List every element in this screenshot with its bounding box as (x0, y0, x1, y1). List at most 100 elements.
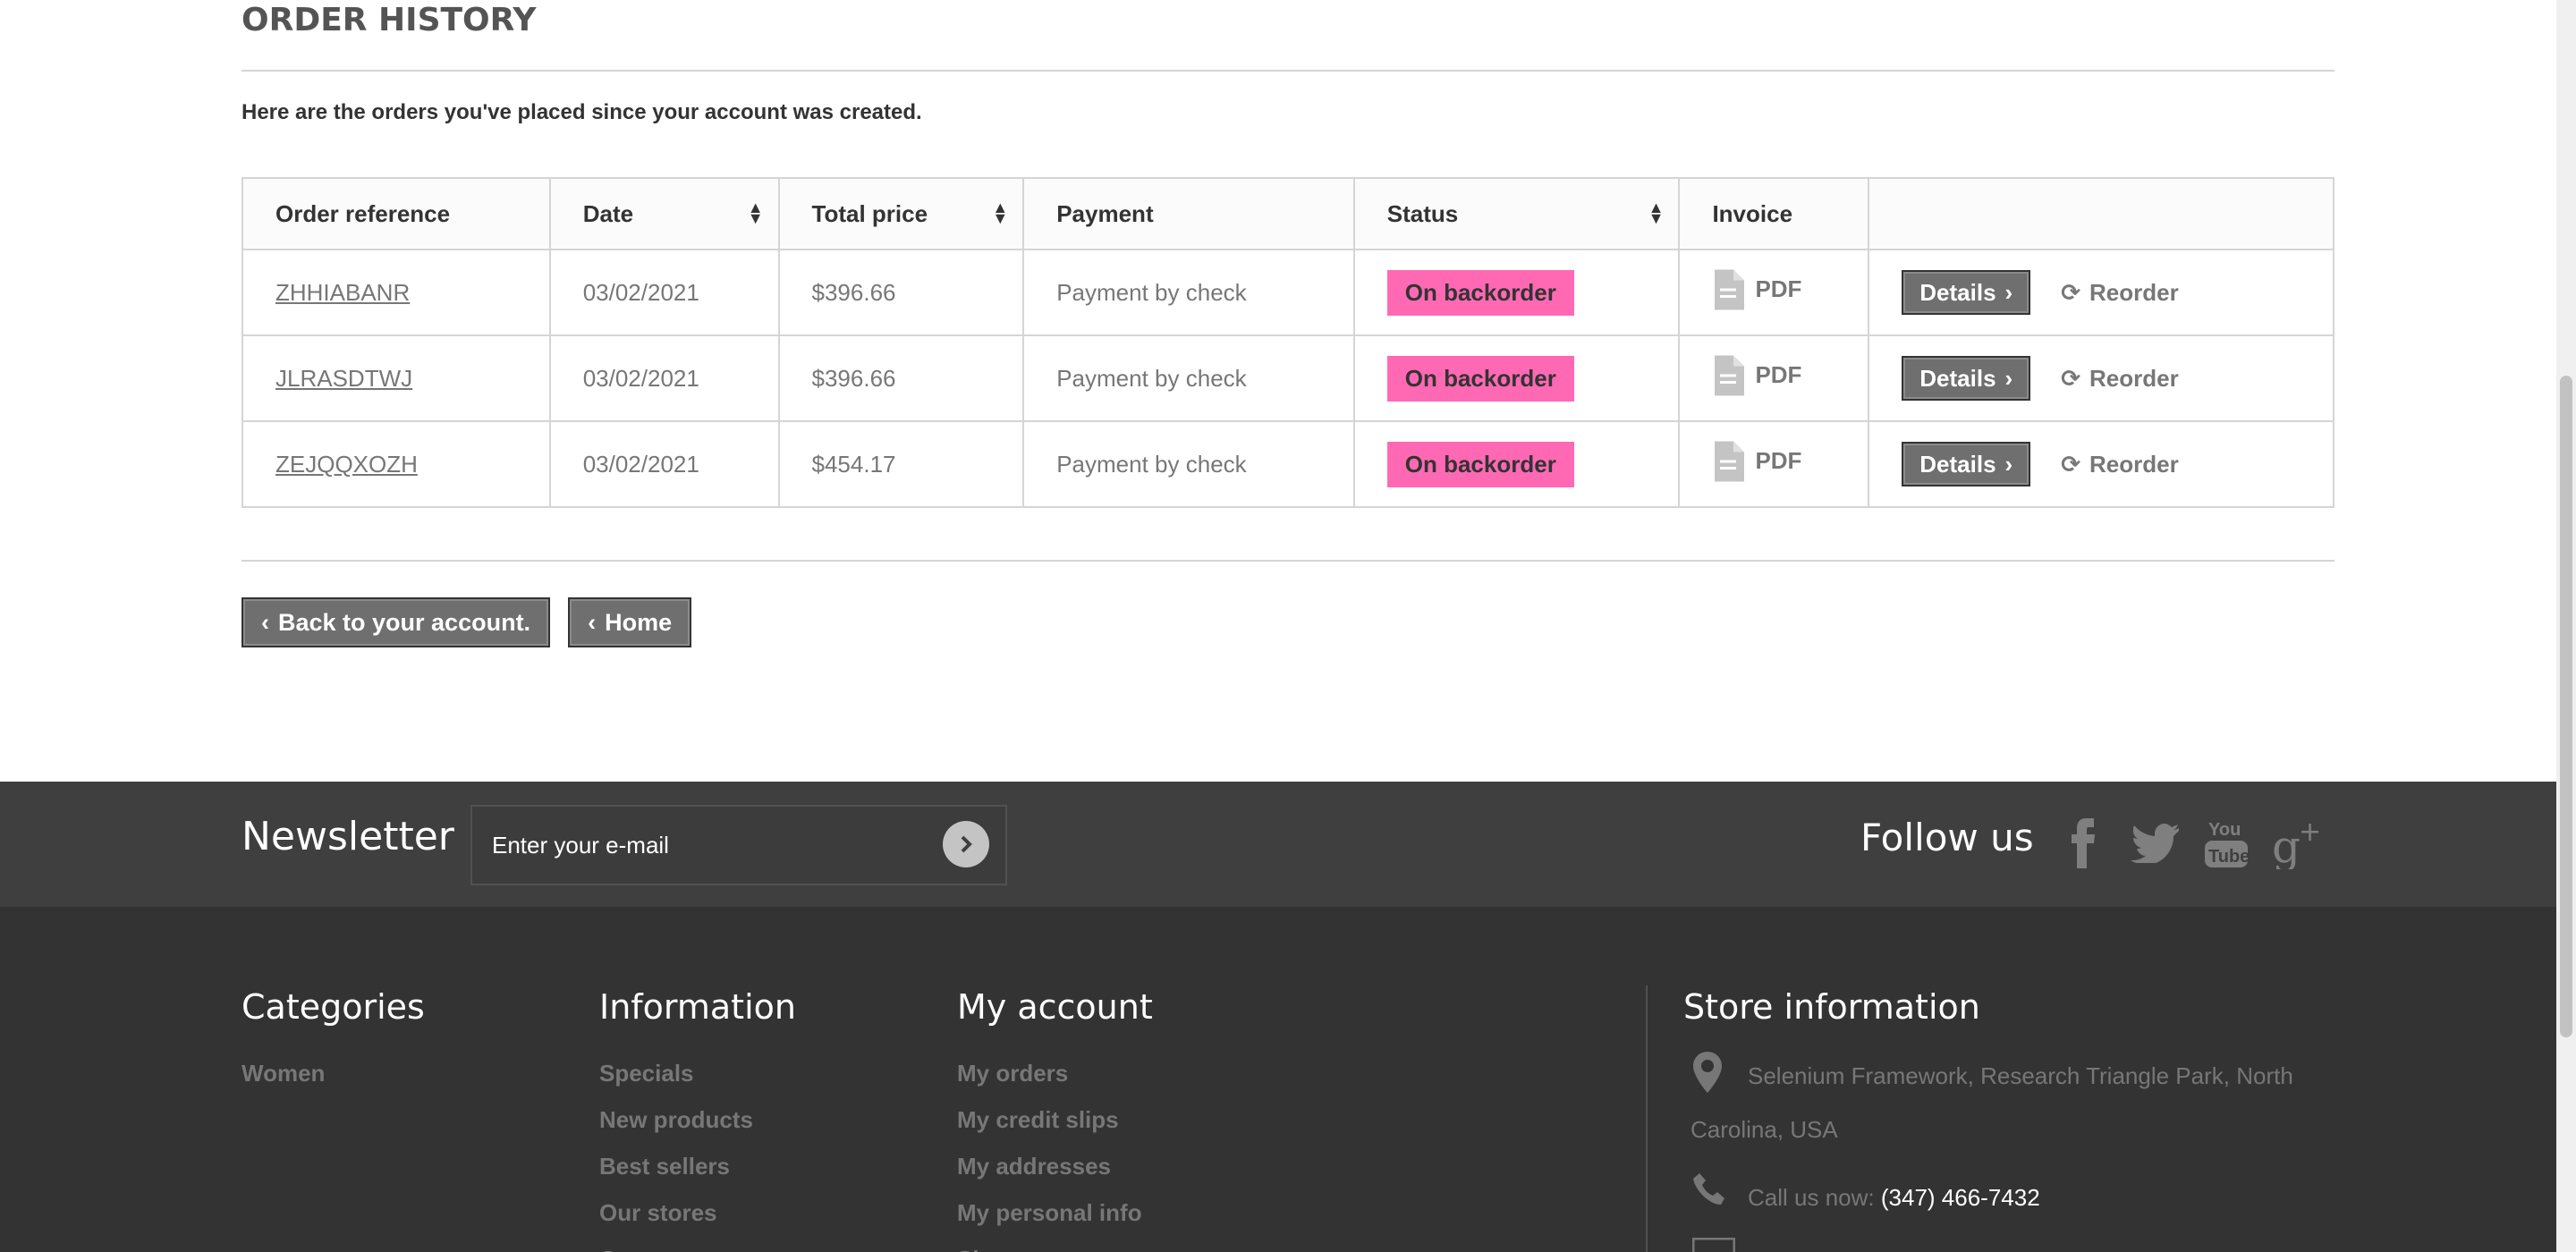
chevron-left-icon: ‹ (261, 608, 269, 636)
details-label: Details (1919, 364, 1996, 392)
scrollbar-thumb[interactable] (2560, 376, 2572, 1037)
footer-information-title: Information (599, 987, 796, 1027)
refresh-icon: ⟳ (2061, 364, 2081, 392)
sort-icon[interactable]: ▲ ▼ (1648, 199, 1665, 226)
footer-my-account-title: My account (957, 987, 1153, 1027)
facebook-icon[interactable] (2057, 817, 2109, 869)
svg-text:Tube: Tube (2208, 847, 2250, 867)
chevron-right-icon: › (2004, 364, 2013, 392)
footer-link[interactable]: Contact us (599, 1236, 753, 1252)
footer-link[interactable]: Best sellers (599, 1143, 753, 1189)
footer-information-list: Specials New products Best sellers Our s… (599, 1050, 753, 1252)
store-phone-line: Call us now: (347) 466-7432 (1748, 1184, 2040, 1212)
page: ORDER HISTORY Here are the orders you've… (0, 0, 2576, 1252)
page-scrollbar[interactable] (2556, 0, 2576, 1252)
invoice-pdf-link[interactable]: PDF (1712, 269, 1801, 310)
details-button[interactable]: Details › (1902, 442, 2031, 486)
footer-link[interactable]: My orders (957, 1050, 1142, 1096)
store-address-line1: Selenium Framework, Research Triangle Pa… (1748, 1062, 2293, 1089)
details-button[interactable]: Details › (1902, 270, 2031, 315)
home-label: Home (605, 608, 673, 636)
reorder-link[interactable]: ⟳ Reorder (2061, 279, 2179, 307)
sort-icon[interactable]: ▲ ▼ (992, 199, 1008, 226)
order-date: 03/02/2021 (548, 420, 780, 508)
reorder-link[interactable]: ⟳ Reorder (2061, 365, 2179, 393)
refresh-icon: ⟳ (2061, 278, 2081, 306)
details-label: Details (1919, 450, 1996, 478)
phone-icon (1692, 1172, 1728, 1212)
footer-link[interactable]: My credit slips (957, 1096, 1142, 1143)
table-row: ZEJQQXOZH 03/02/2021 $454.17 Payment by … (242, 420, 2334, 508)
footer-link[interactable]: Our stores (599, 1189, 753, 1236)
twitter-icon[interactable] (2129, 817, 2181, 869)
newsletter-submit-button[interactable] (943, 821, 989, 867)
back-to-account-button[interactable]: ‹ Back to your account. (242, 597, 551, 647)
order-reference-link[interactable]: ZEJQQXOZH (275, 451, 418, 478)
footer-store-title: Store information (1683, 987, 1980, 1027)
sort-icon[interactable]: ▲ ▼ (748, 199, 764, 226)
page-title: ORDER HISTORY (242, 0, 2334, 72)
reorder-link[interactable]: ⟳ Reorder (2061, 451, 2179, 478)
invoice-pdf-link[interactable]: PDF (1712, 441, 1801, 482)
youtube-icon[interactable]: You Tube (2200, 817, 2252, 869)
order-history-table: Order reference Date ▲ ▼ Total price ▲ ▼ P… (242, 177, 2334, 508)
footer: Categories Women Information Specials Ne… (0, 907, 2576, 1252)
order-payment: Payment by check (1022, 420, 1355, 508)
file-icon (1715, 441, 1745, 481)
status-badge: On backorder (1386, 355, 1574, 402)
store-phone-number[interactable]: (347) 466-7432 (1881, 1184, 2040, 1211)
order-total: $454.17 (777, 420, 1025, 508)
order-payment: Payment by check (1022, 334, 1355, 422)
header-actions (1868, 177, 2334, 250)
header-date[interactable]: Date ▲ ▼ (548, 177, 780, 250)
invoice-pdf-link[interactable]: PDF (1712, 355, 1801, 396)
reorder-label: Reorder (2089, 364, 2179, 392)
header-order-reference: Order reference (242, 177, 551, 250)
header-status-label: Status (1386, 199, 1459, 227)
table-header-row: Order reference Date ▲ ▼ Total price ▲ ▼ P… (242, 177, 2334, 250)
details-label: Details (1919, 278, 1996, 306)
order-reference-link[interactable]: ZHHIABANR (275, 279, 410, 306)
refresh-icon: ⟳ (2061, 450, 2081, 478)
section-divider (242, 560, 2334, 562)
header-total-label: Total price (811, 199, 928, 227)
footer-link[interactable]: Specials (599, 1050, 753, 1096)
status-badge: On backorder (1386, 441, 1574, 487)
footer-link[interactable]: My addresses (957, 1143, 1142, 1189)
table-row: ZHHIABANR 03/02/2021 $396.66 Payment by … (242, 249, 2334, 336)
table-row: JLRASDTWJ 03/02/2021 $396.66 Payment by … (242, 334, 2334, 422)
account-navigation: ‹ Back to your account. ‹ Home (242, 597, 692, 647)
details-button[interactable]: Details › (1902, 356, 2031, 401)
reorder-label: Reorder (2089, 278, 2179, 306)
footer-my-account-list: My orders My credit slips My addresses M… (957, 1050, 1142, 1252)
file-icon (1715, 355, 1745, 395)
home-button[interactable]: ‹ Home (568, 597, 692, 647)
reorder-label: Reorder (2089, 450, 2179, 478)
order-payment: Payment by check (1022, 249, 1355, 336)
footer-link[interactable]: New products (599, 1096, 753, 1143)
google-plus-icon[interactable]: g + (2272, 817, 2324, 869)
svg-text:g: g (2272, 821, 2301, 869)
footer-link[interactable]: My personal info (957, 1189, 1142, 1236)
footer-link[interactable]: Women (242, 1050, 325, 1096)
order-total: $396.66 (777, 334, 1025, 422)
chevron-left-icon: ‹ (588, 608, 597, 636)
header-total-price[interactable]: Total price ▲ ▼ (777, 177, 1025, 250)
footer-divider (1646, 986, 1648, 1252)
follow-us-title: Follow us (1860, 816, 2034, 859)
header-date-label: Date (582, 199, 634, 227)
invoice-pdf-label: PDF (1755, 275, 1802, 302)
file-icon (1715, 269, 1745, 309)
envelope-icon (1691, 1237, 1736, 1252)
call-us-label: Call us now: (1748, 1184, 1875, 1211)
chevron-right-icon: › (2004, 450, 2013, 478)
order-date: 03/02/2021 (548, 249, 780, 336)
store-address-line2: Carolina, USA (1690, 1116, 1838, 1143)
status-badge: On backorder (1386, 269, 1574, 316)
footer-link[interactable]: Sign out (957, 1236, 1142, 1252)
order-reference-link[interactable]: JLRASDTWJ (275, 365, 412, 392)
arrow-right-icon (961, 835, 972, 853)
newsletter-email-input[interactable] (492, 832, 921, 859)
chevron-right-icon: › (2004, 278, 2013, 306)
header-status[interactable]: Status ▲ ▼ (1352, 177, 1681, 250)
